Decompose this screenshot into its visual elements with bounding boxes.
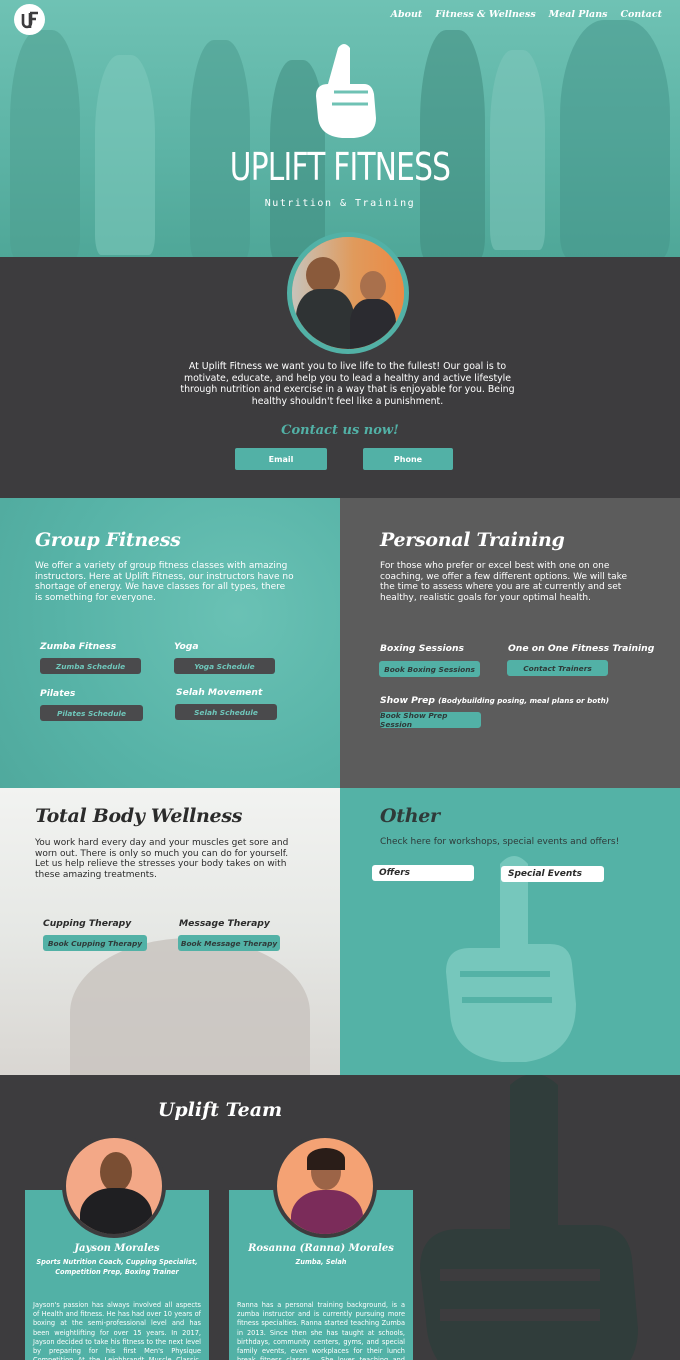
wellness-section: Total Body Wellness You work hard every … — [0, 788, 340, 1075]
raised-finger-icon — [420, 1075, 638, 1360]
team-member-name: Rosanna (Ranna) Morales — [248, 1243, 394, 1254]
nav-meal-plans[interactable]: Meal Plans — [549, 9, 608, 20]
team-member-bio: Ranna has a personal training background… — [237, 1301, 405, 1360]
wellness-desc: You work hard every day and your muscles… — [35, 838, 289, 881]
jayson-avatar — [62, 1134, 166, 1238]
nav-fitness-wellness[interactable]: Fitness & Wellness — [435, 9, 535, 20]
one-on-one-label: One on One Fitness Training — [508, 643, 655, 654]
other-title: Other — [380, 805, 440, 827]
nav-about[interactable]: About — [391, 9, 423, 20]
zumba-schedule-button[interactable]: Zumba Schedule — [40, 658, 141, 674]
other-section: Other Check here for workshops, special … — [340, 788, 680, 1075]
group-fitness-title: Group Fitness — [35, 529, 181, 551]
contact-title: Contact us now! — [281, 423, 399, 438]
boxing-label: Boxing Sessions — [380, 643, 464, 654]
selah-label: Selah Movement — [176, 687, 263, 698]
cupping-label: Cupping Therapy — [43, 918, 132, 929]
logo-icon[interactable] — [14, 4, 45, 35]
massage-photo-shape — [70, 938, 310, 1075]
hero-photo-figure — [10, 30, 80, 257]
book-boxing-button[interactable]: Book Boxing Sessions — [379, 661, 480, 677]
hero-photo-figure — [420, 30, 485, 257]
pilates-schedule-button[interactable]: Pilates Schedule — [40, 705, 143, 721]
hero-banner: About Fitness & Wellness Meal Plans Cont… — [0, 0, 680, 257]
show-prep-note: (Bodybuilding posing, meal plans or both… — [438, 696, 610, 705]
zumba-label: Zumba Fitness — [40, 641, 117, 652]
team-section: Uplift Team Jayson Morales Sports Nutrit… — [0, 1075, 680, 1360]
team-member-role: Sports Nutrition Coach, Cupping Speciali… — [36, 1258, 198, 1276]
owners-photo — [287, 232, 409, 354]
book-show-prep-button[interactable]: Book Show Prep Session — [380, 711, 481, 729]
personal-training-title: Personal Training — [380, 529, 565, 551]
offers-button[interactable]: Offers — [372, 865, 474, 881]
massage-label: Message Therapy — [179, 918, 270, 929]
pilates-label: Pilates — [40, 688, 76, 699]
yoga-schedule-button[interactable]: Yoga Schedule — [174, 658, 275, 674]
main-nav: About Fitness & Wellness Meal Plans Cont… — [391, 9, 662, 20]
team-title: Uplift Team — [157, 1099, 283, 1121]
raised-finger-icon — [446, 856, 576, 1062]
personal-training-section: Personal Training For those who prefer o… — [340, 498, 680, 788]
nav-contact[interactable]: Contact — [620, 9, 662, 20]
raised-finger-icon — [316, 44, 376, 138]
personal-training-desc: For those who prefer or excel best with … — [380, 561, 628, 604]
group-fitness-desc: We offer a variety of group fitness clas… — [35, 561, 294, 604]
special-events-button[interactable]: Special Events — [501, 866, 604, 882]
contact-trainers-button[interactable]: Contact Trainers — [507, 660, 608, 676]
yoga-label: Yoga — [174, 641, 199, 652]
phone-button[interactable]: Phone — [363, 448, 453, 470]
hero-subtitle: Nutrition & Training — [264, 198, 416, 209]
email-button[interactable]: Email — [235, 448, 327, 470]
rosanna-avatar — [273, 1134, 377, 1238]
team-member-role: Zumba, Selah — [295, 1258, 347, 1266]
book-cupping-button[interactable]: Book Cupping Therapy — [43, 935, 147, 951]
about-text: At Uplift Fitness we want you to live li… — [180, 361, 515, 407]
wellness-title: Total Body Wellness — [35, 805, 243, 827]
team-member-bio: Jayson's passion has always involved all… — [33, 1301, 201, 1360]
show-prep-title: Show Prep — [380, 695, 435, 706]
hero-photo-figure — [560, 20, 670, 257]
group-fitness-section: Group Fitness We offer a variety of grou… — [0, 498, 340, 788]
team-member-name: Jayson Morales — [74, 1243, 160, 1254]
other-desc: Check here for workshops, special events… — [380, 837, 620, 847]
hero-title: UPLIFT FITNESS — [229, 145, 451, 189]
show-prep-label: Show Prep (Bodybuilding posing, meal pla… — [380, 695, 609, 706]
selah-schedule-button[interactable]: Selah Schedule — [175, 704, 277, 720]
book-massage-button[interactable]: Book Message Therapy — [178, 935, 280, 951]
